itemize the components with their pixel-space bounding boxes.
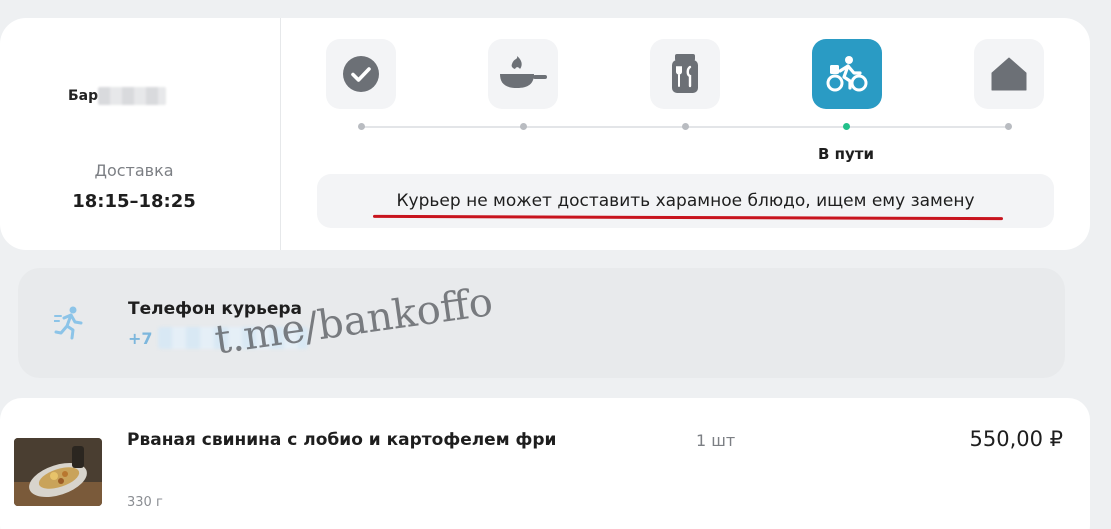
order-status-card: Бар Доставка 18:15–18:25 В пути Курьер н…: [0, 18, 1090, 250]
package-icon: [669, 54, 701, 94]
step-cooking: [488, 39, 558, 109]
dish-quantity: 1 шт: [696, 431, 736, 450]
step-delivered: [974, 39, 1044, 109]
delivery-time: 18:15–18:25: [72, 191, 196, 212]
dish-weight: 330 г: [127, 495, 163, 510]
bike-courier-icon: [826, 55, 868, 93]
check-icon: [343, 56, 379, 92]
redacted-store-name: [98, 87, 166, 105]
current-step-label: В пути: [817, 145, 874, 163]
home-icon: [991, 57, 1027, 91]
step-on-the-way: [812, 39, 882, 109]
runner-icon: [53, 306, 84, 344]
dish-price: 550,00 ₽: [969, 427, 1063, 451]
dish-name: Рваная свинина с лобио и картофелем фри: [127, 430, 557, 450]
progress-dot: [520, 123, 527, 130]
dish-photo: [14, 438, 102, 506]
progress-dot-current: [843, 123, 850, 130]
order-item-card: Рваная свинина с лобио и картофелем фри …: [0, 398, 1090, 529]
progress-dot: [682, 123, 689, 130]
frying-pan-icon: [498, 56, 548, 92]
progress-dot: [1005, 123, 1012, 130]
store-name: Бар: [68, 88, 99, 104]
step-packing: [650, 39, 720, 109]
progress-dot: [358, 123, 365, 130]
status-notice-text: Курьер не может доставить харамное блюдо…: [396, 191, 975, 211]
courier-phone-card[interactable]: Телефон курьера +7: [18, 268, 1065, 378]
step-accepted: [326, 39, 396, 109]
courier-phone-number[interactable]: +7: [128, 329, 153, 348]
delivery-label: Доставка: [94, 161, 174, 180]
order-summary: Бар Доставка 18:15–18:25: [0, 18, 281, 250]
